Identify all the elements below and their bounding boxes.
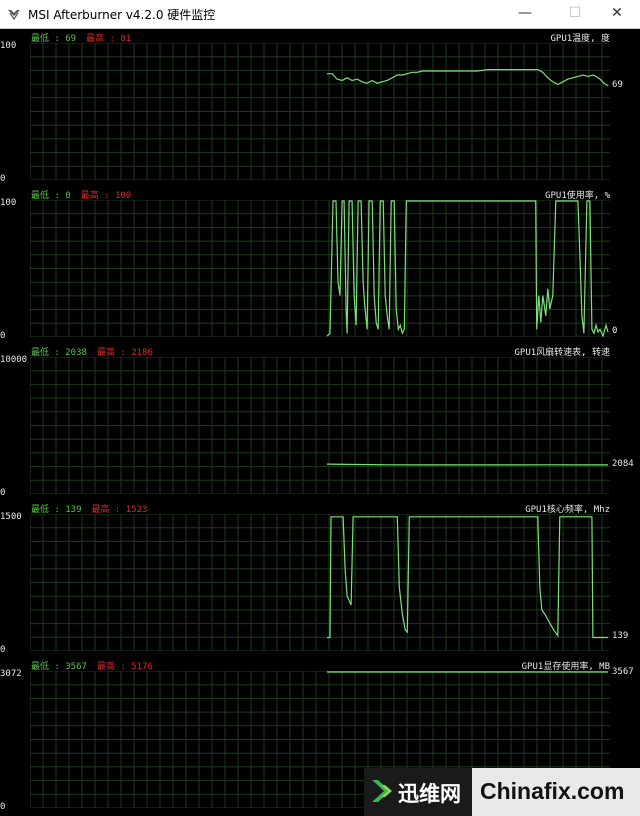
gpu-core-clock-panel: 最低 : 139 最高 : 1523 GPU1核心频率, Mhz 1500 0 1…	[0, 500, 640, 657]
grid-lines	[30, 200, 610, 337]
data-trace	[327, 516, 608, 639]
current-value: 0	[612, 325, 618, 336]
current-value: 69	[612, 79, 623, 90]
y-max-label: 100	[0, 198, 17, 208]
grid-lines	[30, 357, 610, 494]
window-title: MSI Afterburner v4.2.0 硬件监控	[28, 8, 216, 22]
grid-lines	[30, 43, 610, 180]
data-trace	[327, 69, 609, 87]
close-button[interactable]: ✕	[594, 0, 640, 28]
y-max-label: 3072	[0, 669, 22, 679]
watermark-en-box: Chinafix.com	[472, 768, 640, 816]
current-value: 139	[612, 631, 629, 642]
window-titlebar[interactable]: MSI Afterburner v4.2.0 硬件监控 — ☐ ✕	[0, 0, 640, 29]
y-min-label: 0	[0, 174, 6, 184]
y-min-label: 0	[0, 331, 6, 341]
msi-dragon-icon	[8, 10, 20, 21]
y-max-label: 100	[0, 41, 17, 51]
data-trace	[326, 463, 608, 466]
y-min-label: 0	[0, 802, 6, 812]
y-max-label: 10000	[0, 355, 28, 365]
xunwei-arrow-logo-icon	[372, 780, 392, 802]
graph-area[interactable]	[30, 514, 610, 651]
y-max-label: 1500	[0, 512, 22, 522]
watermark: 迅维网 Chinafix.com	[364, 768, 640, 816]
graph-area[interactable]	[30, 200, 610, 337]
y-min-label: 0	[0, 488, 6, 498]
gpu-fan-speed-panel: 最低 : 2038 最高 : 2186 GPU1风扇转速表, 转速 10000 0…	[0, 343, 640, 500]
gpu-temperature-panel: 最低 : 69 最高 : 81 GPU1温度, 度 100 0 69	[0, 29, 640, 186]
watermark-logo: 迅维网	[364, 768, 472, 816]
gpu-usage-panel: 最低 : 0 最高 : 100 GPU1使用率, % 100 0 0	[0, 186, 640, 343]
current-value: 2084	[612, 458, 634, 469]
graph-area[interactable]	[30, 357, 610, 494]
maximize-button[interactable]: ☐	[552, 0, 598, 28]
watermark-cn-text: 迅维网	[398, 782, 461, 806]
grid-lines	[30, 514, 610, 651]
current-value: 3567	[612, 667, 634, 677]
graph-area[interactable]	[30, 43, 610, 180]
y-min-label: 0	[0, 645, 6, 655]
minimize-button[interactable]: —	[502, 0, 548, 28]
watermark-en-text: Chinafix.com	[480, 778, 625, 804]
